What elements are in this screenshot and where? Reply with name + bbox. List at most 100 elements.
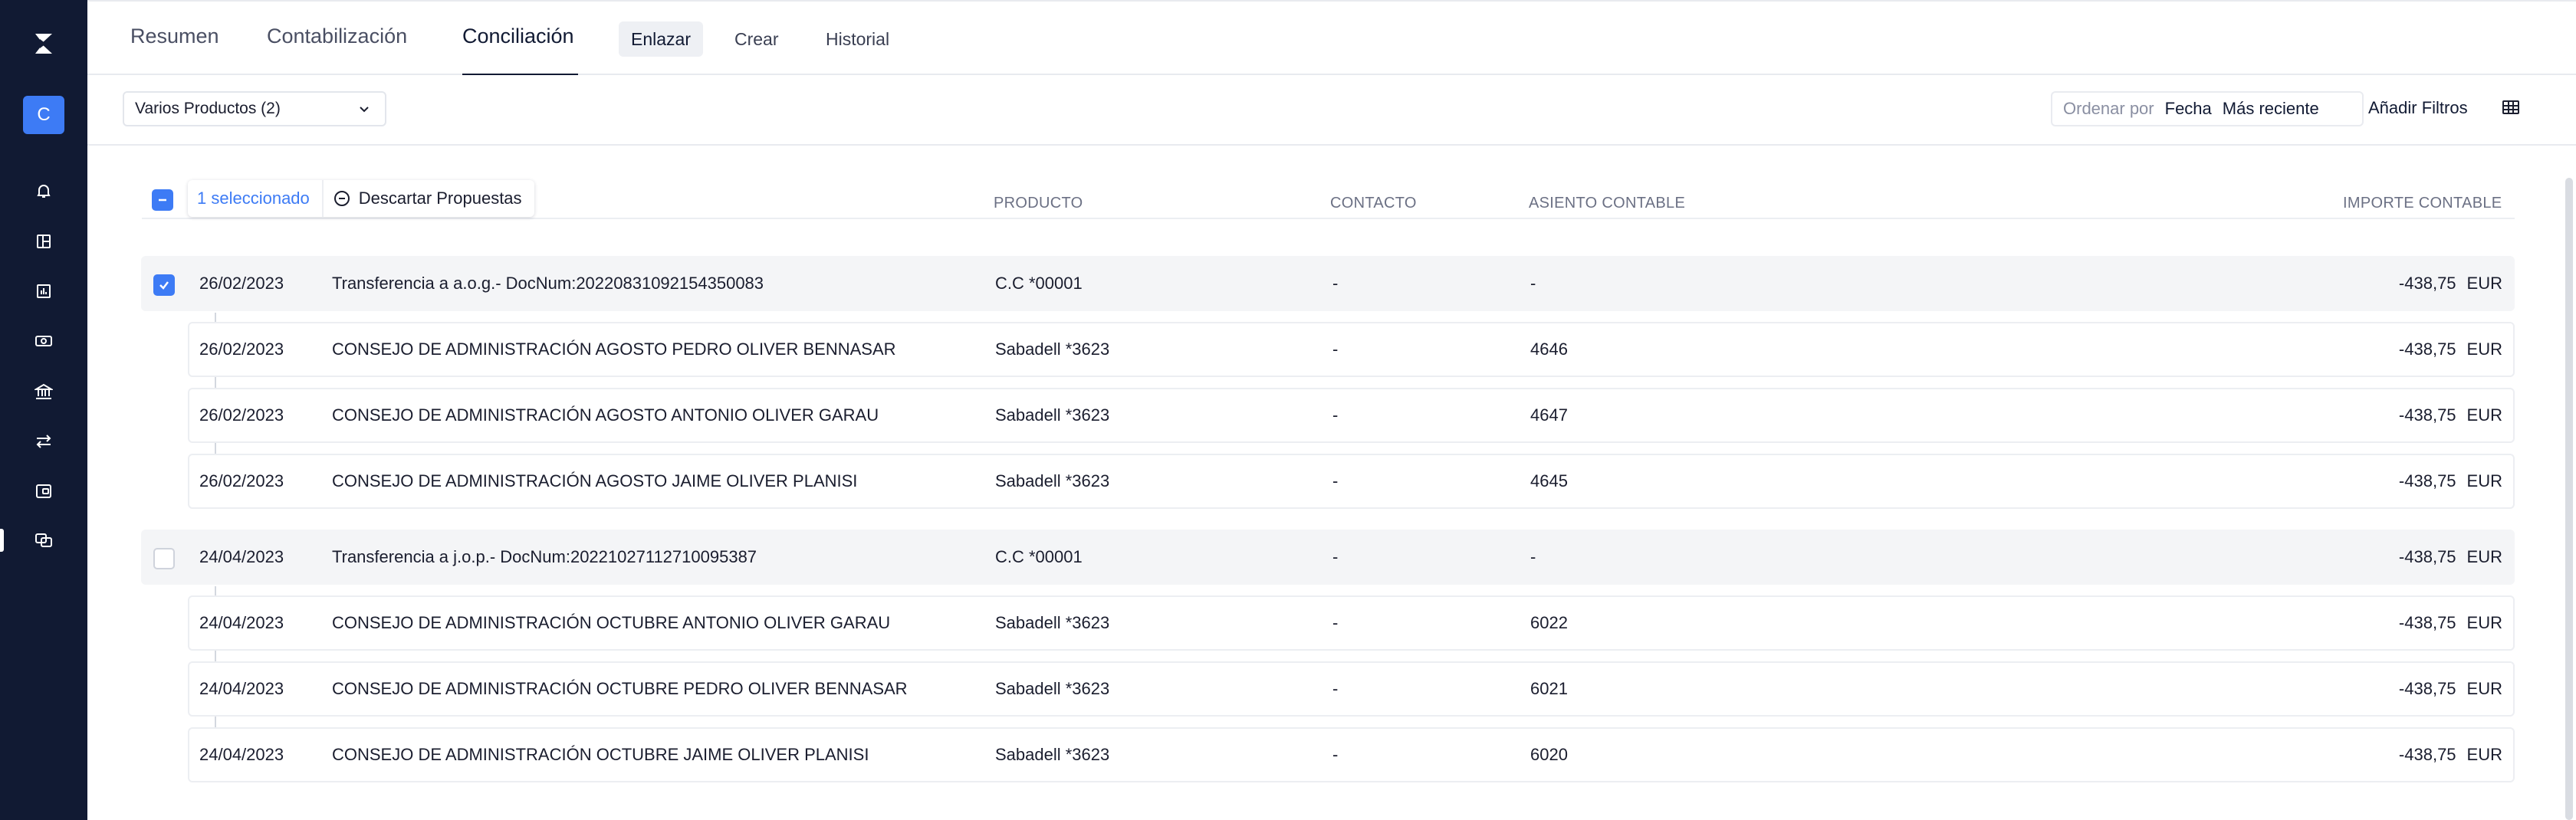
tab-resumen[interactable]: Resumen — [130, 25, 219, 48]
row-date: 24/04/2023 — [199, 679, 284, 698]
bank-transaction-row[interactable]: 26/02/2023 Transferencia a a.o.g.- DocNu… — [141, 256, 2515, 311]
row-entry: - — [1530, 274, 1536, 293]
transfer-icon[interactable] — [31, 428, 57, 454]
bank-icon[interactable] — [31, 379, 57, 405]
row-date: 24/04/2023 — [199, 613, 284, 632]
row-date: 26/02/2023 — [199, 339, 284, 359]
column-header-entry[interactable]: ASIENTO CONTABLE — [1529, 195, 1685, 212]
add-filters-button[interactable]: Añadir Filtros — [2368, 98, 2468, 118]
link-connector — [215, 313, 216, 322]
row-amount: -438,75 EUR — [2399, 323, 2502, 376]
company-avatar[interactable]: C — [23, 96, 64, 134]
currency: EUR — [2466, 274, 2502, 293]
dashboard-icon[interactable] — [31, 228, 57, 254]
currency: EUR — [2466, 679, 2502, 698]
company-initial: C — [37, 104, 51, 125]
subtab-crear[interactable]: Crear — [722, 21, 791, 57]
currency: EUR — [2466, 547, 2502, 566]
row-amount: -438,75 EUR — [2399, 597, 2502, 649]
select-all-checkbox[interactable] — [152, 189, 173, 211]
currency: EUR — [2466, 471, 2502, 490]
link-connector — [215, 651, 216, 661]
app-logo-icon[interactable] — [31, 31, 57, 57]
sidebar: C — [0, 0, 87, 820]
row-checkbox[interactable] — [153, 274, 175, 296]
sort-control[interactable]: Ordenar por Fecha Más reciente — [2051, 91, 2364, 126]
row-entry: - — [1530, 547, 1536, 566]
top-tab-bar: Resumen Contabilización Conciliación Enl… — [87, 0, 2576, 77]
accounting-entry-row[interactable]: 26/02/2023 CONSEJO DE ADMINISTRACIÓN AGO… — [188, 454, 2515, 509]
amount-value: -438,75 — [2398, 679, 2456, 698]
row-amount: -438,75 EUR — [2399, 455, 2502, 507]
subtab-historial[interactable]: Historial — [813, 21, 902, 57]
link-connector — [215, 443, 216, 454]
accounting-entry-row[interactable]: 24/04/2023 CONSEJO DE ADMINISTRACIÓN OCT… — [188, 661, 2515, 717]
reconciliation-list: 1 seleccionado Descartar Propuestas PROD… — [87, 146, 2571, 820]
table-view-icon[interactable] — [2501, 97, 2521, 121]
selected-count[interactable]: 1 seleccionado — [188, 180, 324, 217]
row-amount: -438,75 EUR — [2399, 729, 2502, 781]
link-connector — [215, 377, 216, 388]
row-entry: 4646 — [1530, 339, 1568, 359]
row-description: Transferencia a a.o.g.- DocNum:202208310… — [332, 274, 764, 293]
row-contact: - — [1332, 679, 1339, 698]
row-date: 24/04/2023 — [199, 745, 284, 764]
nav-active-indicator — [0, 529, 4, 552]
filter-bar: Varios Productos (2) Ordenar por Fecha M… — [87, 75, 2576, 146]
row-contact: - — [1332, 339, 1339, 359]
tab-contabilizacion[interactable]: Contabilización — [267, 25, 407, 48]
amount-value: -438,75 — [2398, 745, 2456, 764]
row-date: 26/02/2023 — [199, 471, 284, 490]
bank-transaction-row[interactable]: 24/04/2023 Transferencia a j.o.p.- DocNu… — [141, 530, 2515, 585]
selection-toolbar: 1 seleccionado Descartar Propuestas — [188, 180, 534, 217]
tab-conciliacion[interactable]: Conciliación — [462, 25, 574, 48]
link-connector — [215, 586, 216, 595]
column-header-amount[interactable]: IMPORTE CONTABLE — [2343, 195, 2502, 212]
row-checkbox[interactable] — [153, 548, 175, 569]
discard-proposals-button[interactable]: Descartar Propuestas — [324, 189, 534, 208]
row-description: CONSEJO DE ADMINISTRACIÓN AGOSTO PEDRO O… — [332, 339, 896, 359]
row-contact: - — [1332, 274, 1339, 293]
column-header-contact[interactable]: CONTACTO — [1330, 195, 1417, 212]
column-header-product[interactable]: PRODUCTO — [994, 195, 1083, 212]
currency: EUR — [2466, 405, 2502, 425]
row-contact: - — [1332, 745, 1339, 764]
row-description: CONSEJO DE ADMINISTRACIÓN AGOSTO JAIME O… — [332, 471, 858, 490]
currency: EUR — [2466, 613, 2502, 632]
row-product: Sabadell *3623 — [995, 339, 1110, 359]
accounting-entry-row[interactable]: 26/02/2023 CONSEJO DE ADMINISTRACIÓN AGO… — [188, 322, 2515, 377]
link-connector — [215, 717, 216, 727]
sort-field[interactable]: Fecha — [2165, 99, 2212, 119]
row-entry: 4645 — [1530, 471, 1568, 490]
wallet-icon[interactable] — [31, 478, 57, 504]
cash-icon[interactable] — [31, 328, 57, 354]
row-entry: 6021 — [1530, 679, 1568, 698]
row-description: CONSEJO DE ADMINISTRACIÓN AGOSTO ANTONIO… — [332, 405, 879, 425]
reconcile-icon[interactable] — [31, 527, 57, 553]
product-select[interactable]: Varios Productos (2) — [123, 91, 386, 126]
amount-value: -438,75 — [2398, 547, 2456, 566]
report-icon[interactable] — [31, 278, 57, 304]
bell-icon[interactable] — [31, 178, 57, 204]
discard-proposals-label: Descartar Propuestas — [358, 189, 522, 208]
row-description: CONSEJO DE ADMINISTRACIÓN OCTUBRE JAIME … — [332, 745, 869, 764]
vertical-scrollbar[interactable] — [2565, 178, 2573, 820]
row-contact: - — [1332, 405, 1339, 425]
amount-value: -438,75 — [2398, 274, 2456, 293]
currency: EUR — [2466, 745, 2502, 764]
row-entry: 6022 — [1530, 613, 1568, 632]
accounting-entry-row[interactable]: 24/04/2023 CONSEJO DE ADMINISTRACIÓN OCT… — [188, 727, 2515, 782]
row-description: CONSEJO DE ADMINISTRACIÓN OCTUBRE ANTONI… — [332, 613, 891, 632]
accounting-entry-row[interactable]: 24/04/2023 CONSEJO DE ADMINISTRACIÓN OCT… — [188, 595, 2515, 651]
row-amount: -438,75 EUR — [2399, 257, 2502, 310]
row-description: CONSEJO DE ADMINISTRACIÓN OCTUBRE PEDRO … — [332, 679, 908, 698]
sort-order[interactable]: Más reciente — [2223, 99, 2319, 119]
row-date: 26/02/2023 — [199, 405, 284, 425]
row-date: 24/04/2023 — [199, 547, 284, 566]
subtab-enlazar[interactable]: Enlazar — [619, 21, 703, 57]
row-date: 26/02/2023 — [199, 274, 284, 293]
sort-label: Ordenar por — [2063, 99, 2154, 118]
amount-value: -438,75 — [2398, 471, 2456, 490]
accounting-entry-row[interactable]: 26/02/2023 CONSEJO DE ADMINISTRACIÓN AGO… — [188, 388, 2515, 443]
amount-value: -438,75 — [2398, 613, 2456, 632]
